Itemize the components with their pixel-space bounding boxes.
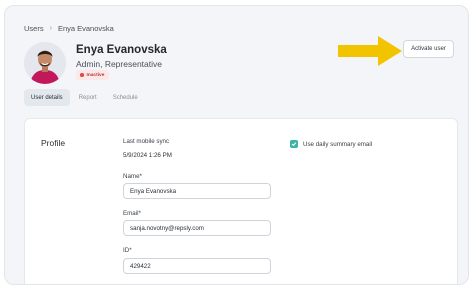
breadcrumb-users-link[interactable]: Users xyxy=(24,24,44,33)
status-badge-label: Inactive xyxy=(86,72,105,78)
name-label: Name* xyxy=(123,173,142,180)
profile-card: Profile Last mobile sync 5/9/2024 1:26 P… xyxy=(24,118,458,284)
daily-summary-option: Use daily summary email xyxy=(290,140,372,148)
status-badge: Inactive xyxy=(76,70,110,80)
id-label: ID* xyxy=(123,247,132,254)
breadcrumb-current: Enya Evanovska xyxy=(57,24,114,33)
user-photo xyxy=(24,42,66,84)
email-field[interactable]: sanja.novotny@repsly.com xyxy=(123,220,271,236)
activate-user-button[interactable]: Activate user xyxy=(403,40,454,58)
last-sync-value: 5/9/2024 1:26 PM xyxy=(123,152,172,159)
section-title: Profile xyxy=(41,138,66,148)
chevron-right-icon: › xyxy=(49,25,52,32)
avatar xyxy=(24,42,66,84)
id-field[interactable]: 429422 xyxy=(123,258,271,274)
user-name: Enya Evanovska xyxy=(76,44,167,56)
app-window: Users › Enya Evanovska Enya Evanovska Ad… xyxy=(4,5,469,285)
status-dot-icon xyxy=(80,73,84,77)
name-field[interactable]: Enya Evanovska xyxy=(123,183,271,199)
arrow-right-icon xyxy=(338,36,402,66)
daily-summary-checkbox[interactable] xyxy=(290,140,298,148)
daily-summary-label: Use daily summary email xyxy=(303,140,373,148)
user-role: Admin, Representative xyxy=(76,59,162,69)
checkmark-icon xyxy=(291,142,297,147)
tab-report[interactable]: Report xyxy=(72,89,104,106)
tab-schedule[interactable]: Schedule xyxy=(106,89,145,106)
email-label: Email* xyxy=(123,210,141,217)
last-sync-label: Last mobile sync xyxy=(123,138,170,145)
tab-user-details[interactable]: User details xyxy=(24,89,70,106)
breadcrumb: Users › Enya Evanovska xyxy=(24,24,114,33)
tab-bar: User details Report Schedule xyxy=(24,89,145,106)
